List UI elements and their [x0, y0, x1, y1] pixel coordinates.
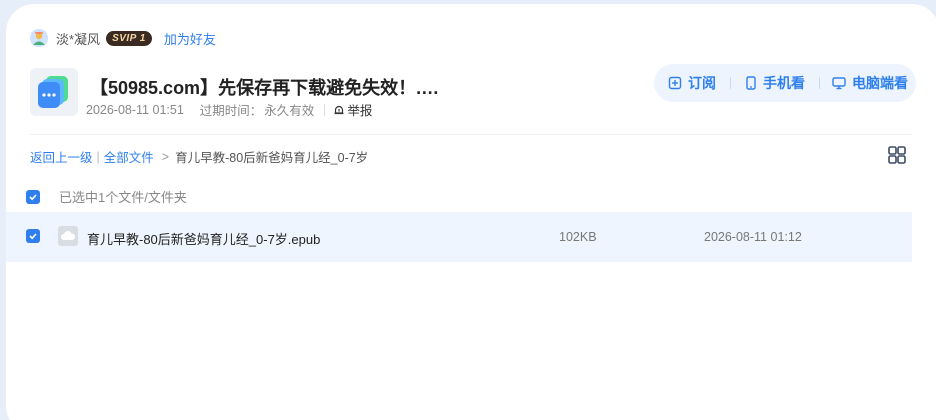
- selection-count: 已选中1个文件/文件夹: [59, 190, 187, 205]
- action-group: 订阅 手机看 电脑端看: [654, 64, 916, 102]
- breadcrumb-arrow: >: [161, 149, 170, 164]
- meta-divider: [324, 103, 326, 116]
- pc-view-button[interactable]: 电脑端看: [832, 73, 908, 93]
- file-size: 102KB: [559, 230, 597, 244]
- phone-icon: [746, 76, 756, 90]
- all-files-link[interactable]: 全部文件: [104, 147, 154, 166]
- grid-icon: [888, 146, 906, 164]
- action-divider: [730, 77, 731, 89]
- breadcrumb: 返回上一级 | 全部文件 > 育儿早教-80后新爸妈育儿经_0-7岁: [30, 147, 368, 166]
- svip-badge: SVIP 1: [106, 30, 152, 46]
- monitor-icon: [832, 77, 846, 90]
- check-icon: [29, 233, 37, 240]
- file-date: 2026-08-11 01:12: [704, 230, 802, 244]
- phone-view-button[interactable]: 手机看: [745, 73, 805, 93]
- share-folder-icon: [30, 68, 78, 116]
- report-button[interactable]: 举报: [333, 100, 372, 119]
- check-icon: [29, 193, 37, 200]
- bell-icon: [334, 105, 344, 114]
- avatar[interactable]: [30, 29, 48, 47]
- expire-value: 永久有效: [264, 104, 315, 118]
- epub-file-icon: [58, 226, 78, 246]
- header-divider: [30, 134, 912, 135]
- sharer-name: 淡*凝风: [56, 31, 101, 47]
- action-divider: [819, 77, 820, 89]
- grid-view-toggle[interactable]: [887, 145, 907, 165]
- add-friend-link[interactable]: 加为好友: [164, 29, 216, 48]
- select-all-checkbox[interactable]: [26, 189, 40, 204]
- share-meta: 2026-08-11 01:51 过期时间： 永久有效 举报: [86, 100, 372, 119]
- share-date: 2026-08-11 01:51: [86, 102, 184, 117]
- breadcrumb-separator: |: [96, 149, 100, 164]
- back-link[interactable]: 返回上一级: [30, 147, 93, 166]
- phone-view-label: 手机看: [763, 75, 805, 91]
- subscribe-label: 订阅: [688, 75, 716, 91]
- file-name[interactable]: 育儿早教-80后新爸妈育儿经_0-7岁.epub: [87, 229, 320, 248]
- sharer-info: 淡*凝风 SVIP 1 加为好友: [30, 28, 216, 48]
- share-title: 【50985.com】先保存再下载避免失效！.…: [90, 78, 440, 98]
- row-checkbox[interactable]: [26, 229, 40, 243]
- pc-view-label: 电脑端看: [852, 75, 908, 91]
- subscribe-icon: [668, 76, 682, 90]
- report-label: 举报: [347, 104, 373, 118]
- current-folder: 育儿早教-80后新爸妈育儿经_0-7岁: [175, 151, 369, 165]
- subscribe-button[interactable]: 订阅: [668, 73, 716, 93]
- expire-label: 过期时间：: [199, 104, 263, 118]
- selection-header: 已选中1个文件/文件夹: [26, 187, 187, 206]
- table-row[interactable]: 育儿早教-80后新爸妈育儿经_0-7岁.epub 102KB 2026-08-1…: [6, 212, 912, 262]
